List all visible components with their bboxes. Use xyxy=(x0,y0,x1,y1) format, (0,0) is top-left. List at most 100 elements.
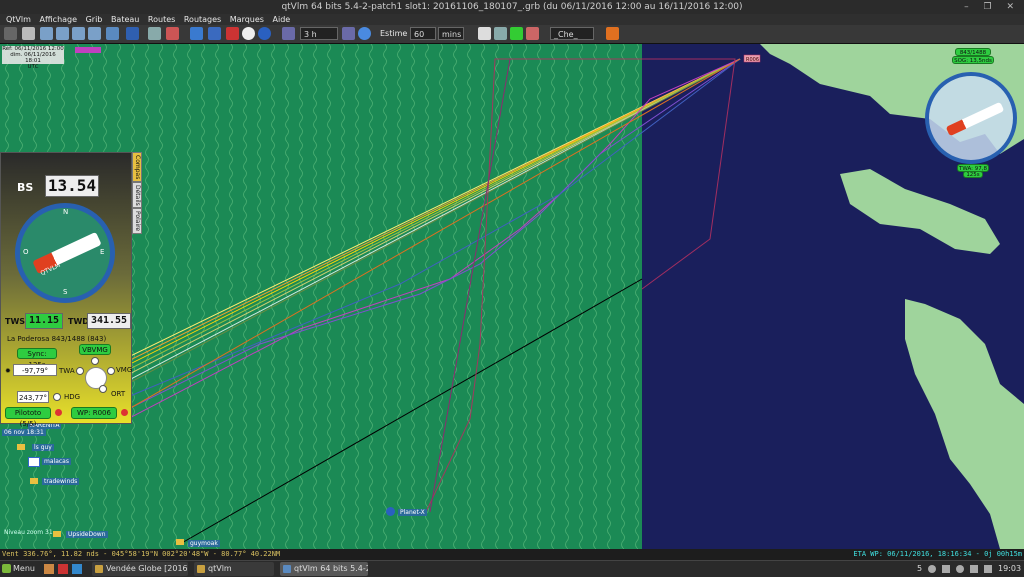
taskbar-task[interactable]: qtVlm 64 bits 5.4-2-p... xyxy=(280,562,368,576)
quit-icon[interactable] xyxy=(4,27,17,40)
pencil-icon[interactable] xyxy=(166,27,179,40)
waypoint-label: R006 xyxy=(746,57,759,63)
boat-label[interactable]: ls guy xyxy=(32,444,54,451)
green-check-icon[interactable] xyxy=(510,27,523,40)
tray-icon[interactable] xyxy=(942,565,950,573)
ort-radio[interactable] xyxy=(99,385,107,393)
compass-rank-badge: 843/1488 xyxy=(955,48,991,56)
start-menu-icon xyxy=(2,564,11,573)
boat-icon[interactable] xyxy=(17,444,25,450)
menu-qtvlm[interactable]: QtVlm xyxy=(6,14,31,25)
estime-unit-select[interactable]: mins xyxy=(438,27,464,40)
hdg-input[interactable]: 243,77° xyxy=(17,391,49,403)
hdg-radio[interactable] xyxy=(53,393,61,401)
boat-icon[interactable] xyxy=(386,507,395,516)
tray-icon[interactable] xyxy=(970,565,978,573)
sync-icon[interactable] xyxy=(258,27,271,40)
estime-value-input[interactable]: 60 xyxy=(410,27,436,40)
compass-sog-badge: SOG: 13,5nds xyxy=(952,56,994,64)
taskbar-task[interactable]: qtVlm xyxy=(194,562,274,576)
prev-step-icon[interactable] xyxy=(282,27,295,40)
select-icon[interactable] xyxy=(126,27,139,40)
waypoint-button[interactable]: WP: R006 xyxy=(71,407,117,419)
tray-icon[interactable] xyxy=(984,565,992,573)
tray-count: 5 xyxy=(917,564,923,573)
bs-label: BS xyxy=(17,181,34,194)
boat-icon[interactable] xyxy=(176,539,184,545)
launcher-icon[interactable] xyxy=(72,564,82,574)
magnify-icon[interactable] xyxy=(148,27,161,40)
taskbar-task[interactable]: Vendée Globe [2016... xyxy=(92,562,188,576)
status-wind-position: Vent 336.76°, 11.82 nds - 045°58'19"N 00… xyxy=(2,550,281,558)
tws-label: TWS xyxy=(5,317,26,326)
boat-label[interactable]: Planet-X xyxy=(398,509,427,516)
menu-aide[interactable]: Aide xyxy=(273,14,291,25)
menu-routes[interactable]: Routes xyxy=(148,14,175,25)
boat-icon[interactable] xyxy=(30,478,38,484)
window-title: qtVlm 64 bits 5.4-2-patch1 slot1: 201611… xyxy=(281,2,743,12)
boat-label[interactable]: malacas xyxy=(42,458,71,465)
taskbar-task-label: qtVlm xyxy=(208,564,232,573)
twa-input[interactable]: -97,79° xyxy=(13,364,57,376)
status-bar: Vent 336.76°, 11.82 nds - 045°58'19"N 00… xyxy=(0,549,1024,560)
zoom-in-icon[interactable] xyxy=(40,27,53,40)
boat-select[interactable]: _Che_ xyxy=(550,27,594,40)
tray-icon[interactable] xyxy=(956,565,964,573)
taskbar: Menu Vendée Globe [2016... qtVlm qtVlm 6… xyxy=(0,560,1024,577)
boat-icon[interactable] xyxy=(28,457,40,467)
launcher-icon[interactable] xyxy=(44,564,54,574)
menu-bateau[interactable]: Bateau xyxy=(111,14,139,25)
pilototo-button[interactable]: Pilototo (5/5) xyxy=(5,407,51,428)
mail-icon[interactable] xyxy=(478,27,491,40)
zoom-fit-icon[interactable] xyxy=(72,27,85,40)
twd-display: 341.55 xyxy=(87,313,131,329)
map-canvas[interactable]: R006 Réf: 06/11/2016 12:00 dim. 06/11/20… xyxy=(0,44,1024,549)
pilototo-clear-icon[interactable] xyxy=(55,409,62,416)
boat-label[interactable]: guymoak xyxy=(188,540,220,547)
compass-icon[interactable] xyxy=(494,27,507,40)
boat-instrument-panel: BS 13.54 N S E O QTVLM TWS 11.15 TWD 341… xyxy=(0,152,132,428)
gear-icon[interactable]: ✹ xyxy=(5,367,11,375)
boat-label[interactable]: UpsideDown xyxy=(66,531,108,538)
vbvmg-button[interactable]: VBVMG xyxy=(79,344,111,355)
step-select[interactable]: 3 h xyxy=(300,27,338,40)
compass-overlay xyxy=(925,72,1017,164)
boat-label[interactable]: 06 nov 18:31 xyxy=(2,429,46,436)
route-icon[interactable] xyxy=(208,27,221,40)
folder-icon xyxy=(95,565,103,573)
warning-icon[interactable] xyxy=(606,27,619,40)
waypoint-clear-icon[interactable] xyxy=(121,409,128,416)
clock-icon[interactable] xyxy=(242,27,255,40)
boat-compass: N S E O QTVLM xyxy=(15,203,115,303)
boat-icon[interactable] xyxy=(53,531,61,537)
start-menu-button[interactable]: Menu xyxy=(2,562,38,576)
compass-heading-needle xyxy=(32,231,102,275)
toolbar: 3 h Estime 60 mins _Che_ xyxy=(0,25,1024,44)
sail-icon[interactable] xyxy=(526,27,539,40)
menu-routages[interactable]: Routages xyxy=(184,14,221,25)
tray-icon[interactable] xyxy=(928,565,936,573)
boat-icon[interactable] xyxy=(190,27,203,40)
grib-open-icon[interactable] xyxy=(22,27,35,40)
launcher-icon[interactable] xyxy=(58,564,68,574)
menu-grib[interactable]: Grib xyxy=(86,14,103,25)
twd-label: TWD xyxy=(68,317,89,326)
vbvmg-radio[interactable] xyxy=(91,357,99,365)
status-eta: ETA WP: 06/11/2016, 18:16:34 - 0j 00h15m xyxy=(853,550,1022,558)
zoom-boat-icon[interactable] xyxy=(88,27,101,40)
tab-details[interactable]: Détails xyxy=(132,182,142,208)
menu-marques[interactable]: Marques xyxy=(230,14,264,25)
tab-polaire[interactable]: Polaire xyxy=(132,208,142,234)
window-controls[interactable]: – ❐ ✕ xyxy=(964,0,1020,14)
zoom-out-icon[interactable] xyxy=(56,27,69,40)
boat-label[interactable]: tradewinds xyxy=(42,478,80,485)
menu-affichage[interactable]: Affichage xyxy=(39,14,77,25)
vmg-radio[interactable] xyxy=(107,367,115,375)
tab-compas[interactable]: Compas xyxy=(132,152,142,182)
twa-radio[interactable] xyxy=(76,367,84,375)
routing-icon[interactable] xyxy=(226,27,239,40)
next-step-icon[interactable] xyxy=(342,27,355,40)
zoom-area-icon[interactable] xyxy=(106,27,119,40)
compass-west: O xyxy=(23,248,29,256)
play-icon[interactable] xyxy=(358,27,371,40)
